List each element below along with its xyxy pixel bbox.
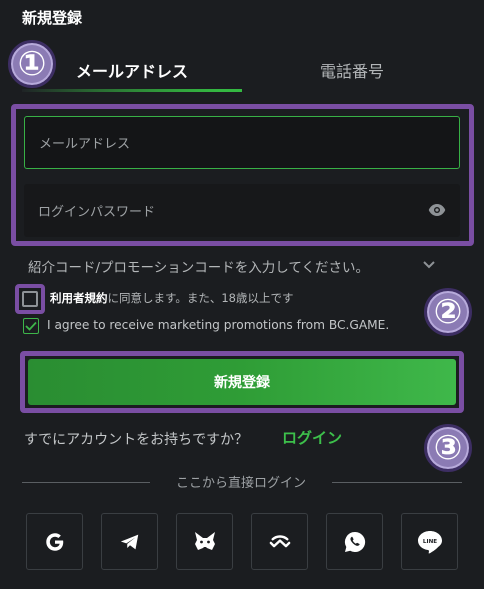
marketing-checkbox[interactable] xyxy=(23,318,39,334)
whatsapp-login-button[interactable] xyxy=(326,513,383,570)
tab-phone[interactable]: 電話番号 xyxy=(242,48,462,92)
divider-right xyxy=(332,482,462,483)
telegram-icon xyxy=(120,534,138,549)
register-button[interactable]: 新規登録 xyxy=(28,359,456,405)
have-account-text: すでにアカウントをお持ちですか？ xyxy=(24,432,249,448)
whatsapp-icon xyxy=(344,531,365,552)
line-login-button[interactable]: LINE xyxy=(401,513,458,570)
tab-active-indicator xyxy=(22,89,242,92)
telegram-login-button[interactable] xyxy=(101,513,158,570)
terms-label: 利用者規約に同意します。また、18歳以上です xyxy=(50,290,293,306)
metamask-icon xyxy=(194,531,215,550)
chevron-down-icon[interactable] xyxy=(421,256,437,272)
divider-left xyxy=(22,482,150,483)
google-icon xyxy=(45,532,63,551)
marketing-label: I agree to receive marketing promotions … xyxy=(47,318,390,332)
social-divider-label: ここから直接ログイン xyxy=(175,476,306,491)
annotation-badge-1: ① xyxy=(8,40,56,88)
walletconnect-login-button[interactable] xyxy=(251,513,308,570)
line-icon-text: LINE xyxy=(422,539,436,545)
checkmark-icon xyxy=(25,321,37,331)
promo-code-toggle[interactable]: 紹介コード/プロモーションコードを入力してください。 xyxy=(28,256,369,276)
line-icon: LINE xyxy=(417,530,442,553)
metamask-login-button[interactable] xyxy=(176,513,233,570)
highlight-frame-checkbox xyxy=(15,284,45,314)
walletconnect-icon xyxy=(269,534,290,547)
highlight-frame-inputs xyxy=(11,104,474,246)
annotation-badge-3: ③ xyxy=(424,424,472,472)
page-title: 新規登録 xyxy=(22,9,83,27)
terms-link[interactable]: 利用者規約 xyxy=(50,291,108,305)
google-login-button[interactable] xyxy=(26,513,83,570)
annotation-badge-2: ② xyxy=(424,288,472,336)
login-link[interactable]: ログイン xyxy=(282,427,342,448)
terms-rest: に同意します。また、18歳以上です xyxy=(107,291,294,305)
